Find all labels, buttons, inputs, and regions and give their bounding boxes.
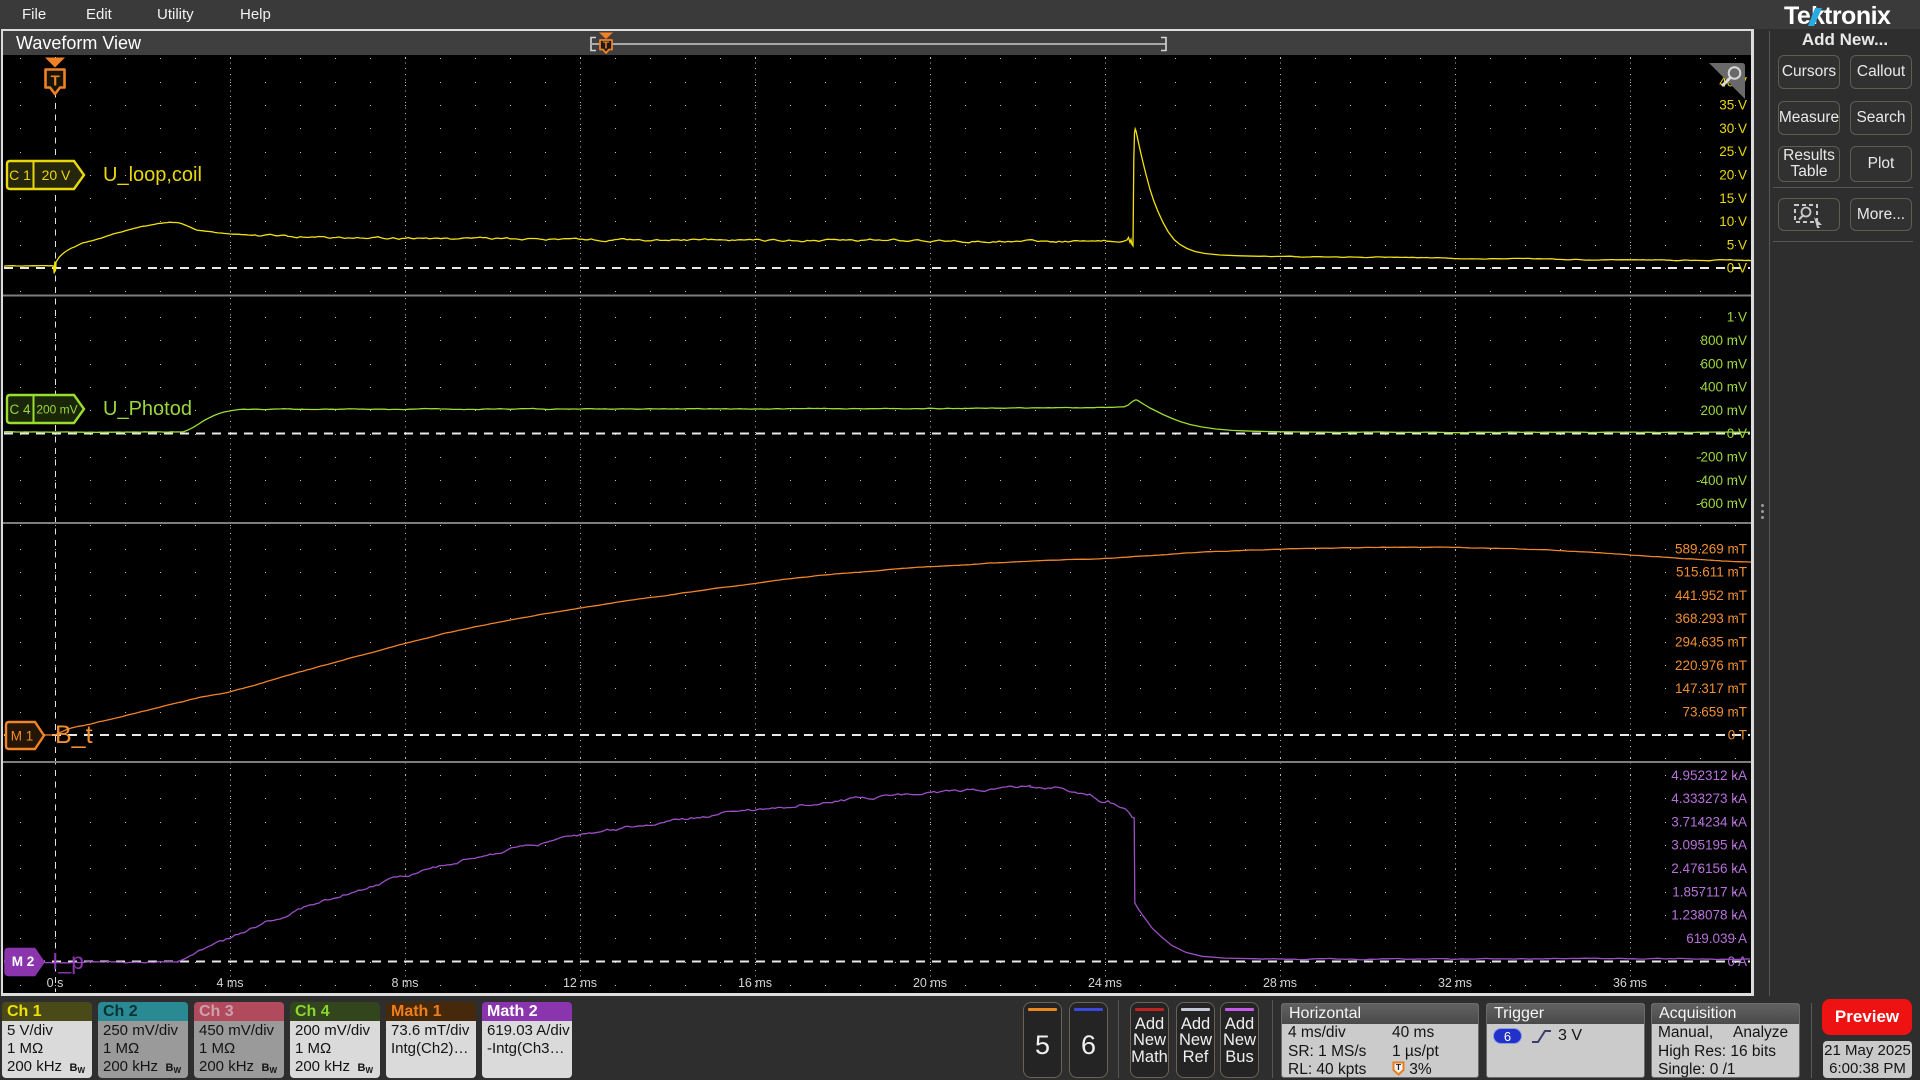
svg-text:M 1: M 1 <box>11 729 34 744</box>
svg-text:200 mV: 200 mV <box>1700 403 1747 418</box>
svg-text:24 ms: 24 ms <box>1088 976 1122 990</box>
svg-text:147.317 mT: 147.317 mT <box>1675 681 1747 696</box>
svg-text:tronix: tronix <box>1824 2 1891 29</box>
svg-text:515.611 mT: 515.611 mT <box>1676 565 1747 580</box>
svg-text:-200 mV: -200 mV <box>1696 450 1747 465</box>
svg-text:0 T: 0 T <box>1728 728 1747 743</box>
svg-text:25 V: 25 V <box>1719 144 1747 159</box>
svg-text:294.635 mT: 294.635 mT <box>1675 635 1747 650</box>
svg-text:32 ms: 32 ms <box>1438 976 1472 990</box>
svg-text:441.952 mT: 441.952 mT <box>1675 588 1747 603</box>
svg-text:15 V: 15 V <box>1719 191 1747 206</box>
svg-text:I_p: I_p <box>52 948 84 974</box>
svg-text:2.476156 kA: 2.476156 kA <box>1671 861 1747 876</box>
svg-text:220.976 mT: 220.976 mT <box>1675 658 1747 673</box>
svg-text:C 1: C 1 <box>9 167 31 183</box>
svg-text:589.269 mT: 589.269 mT <box>1675 541 1747 556</box>
svg-text:400 mV: 400 mV <box>1700 380 1747 395</box>
svg-text:16 ms: 16 ms <box>738 976 772 990</box>
svg-text:4.952312 kA: 4.952312 kA <box>1671 768 1747 783</box>
svg-text:1.238078 kA: 1.238078 kA <box>1671 908 1747 923</box>
svg-text:619.039 A: 619.039 A <box>1686 931 1747 946</box>
svg-text:Te: Te <box>1784 2 1811 29</box>
svg-text:200 mV: 200 mV <box>36 403 77 417</box>
svg-text:3.095195 kA: 3.095195 kA <box>1671 838 1747 853</box>
svg-text:5 V: 5 V <box>1727 237 1747 252</box>
svg-text:1 V: 1 V <box>1727 310 1747 325</box>
svg-text:U_Photod: U_Photod <box>103 398 192 420</box>
svg-text:10 V: 10 V <box>1719 214 1747 229</box>
svg-text:28 ms: 28 ms <box>1263 976 1297 990</box>
svg-text:0 s: 0 s <box>47 976 64 990</box>
svg-text:35 V: 35 V <box>1719 98 1747 113</box>
svg-text:U_loop,coil: U_loop,coil <box>103 164 202 186</box>
svg-text:0 V: 0 V <box>1727 261 1747 276</box>
svg-text:0 A: 0 A <box>1727 954 1747 969</box>
svg-text:M 2: M 2 <box>12 954 35 969</box>
svg-text:T: T <box>1396 1062 1402 1072</box>
svg-text:C 4: C 4 <box>9 402 31 417</box>
svg-text:4.333273 kA: 4.333273 kA <box>1671 791 1747 806</box>
svg-text:-400 mV: -400 mV <box>1696 473 1747 488</box>
svg-text:368.293 mT: 368.293 mT <box>1675 611 1747 626</box>
svg-text:800 mV: 800 mV <box>1700 333 1747 348</box>
svg-text:8 ms: 8 ms <box>391 976 418 990</box>
svg-text:20 ms: 20 ms <box>913 976 947 990</box>
svg-text:20 V: 20 V <box>1719 168 1747 183</box>
svg-text:3.714234 kA: 3.714234 kA <box>1671 814 1747 829</box>
svg-text:30 V: 30 V <box>1719 121 1747 136</box>
svg-text:B_t: B_t <box>55 721 93 749</box>
svg-text:36 ms: 36 ms <box>1613 976 1647 990</box>
svg-text:0 V: 0 V <box>1727 426 1747 441</box>
svg-text:12 ms: 12 ms <box>563 976 597 990</box>
svg-text:4 ms: 4 ms <box>216 976 243 990</box>
svg-text:-600 mV: -600 mV <box>1696 496 1747 511</box>
svg-text:1.857117 kA: 1.857117 kA <box>1672 884 1747 899</box>
svg-text:T: T <box>603 40 610 52</box>
svg-text:T: T <box>51 73 60 90</box>
svg-text:20 V: 20 V <box>42 167 71 183</box>
svg-text:600 mV: 600 mV <box>1700 356 1747 371</box>
svg-text:73.659 mT: 73.659 mT <box>1682 704 1747 719</box>
